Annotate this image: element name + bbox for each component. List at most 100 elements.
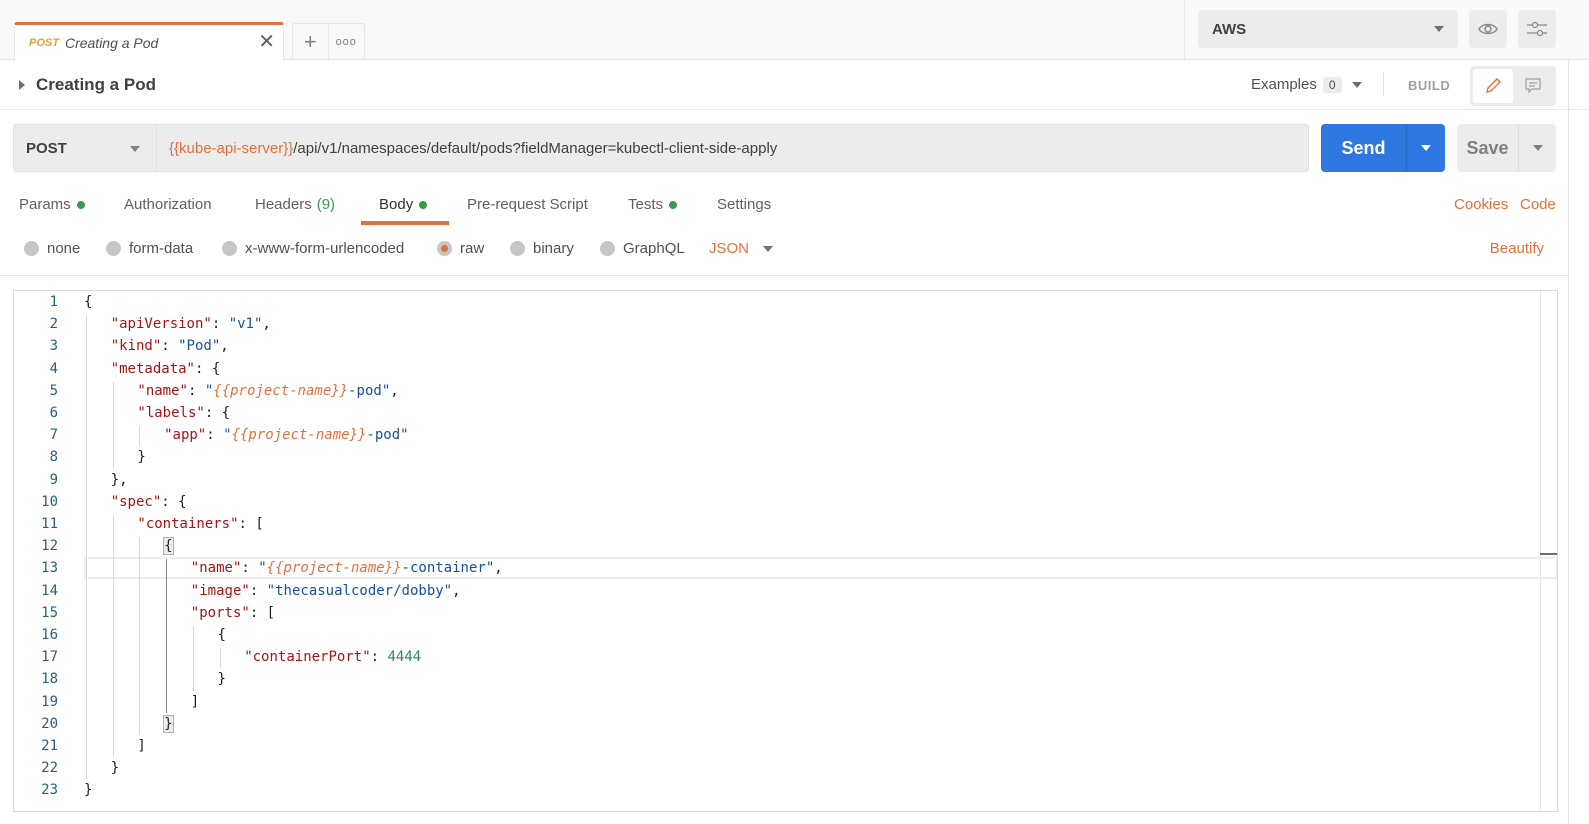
- code-line: 16 {: [14, 624, 1541, 646]
- code-token: "image": [190, 582, 250, 599]
- body-type-none[interactable]: none: [24, 240, 80, 257]
- save-options-button[interactable]: [1519, 124, 1556, 172]
- code-token: "Pod": [178, 338, 221, 355]
- matched-bracket: }: [163, 714, 174, 733]
- code-token: -pod": [366, 427, 409, 444]
- tab-method-badge: POST: [29, 37, 59, 49]
- radio[interactable]: [24, 241, 39, 256]
- tab-title: Creating a Pod: [64, 35, 159, 51]
- code-token: : {: [194, 360, 221, 377]
- editor-scrollbar[interactable]: [1540, 291, 1557, 811]
- radio-label: binary: [533, 240, 574, 257]
- indent-guide: [86, 315, 87, 780]
- examples-dropdown[interactable]: Examples 0: [1251, 76, 1362, 93]
- code-text: {: [84, 291, 92, 313]
- code-token: "labels": [137, 405, 205, 421]
- radio[interactable]: [106, 241, 121, 256]
- body-type-binary[interactable]: binary: [510, 240, 574, 257]
- code-token: {{project-name}}: [213, 382, 349, 399]
- cookies-link[interactable]: Cookies: [1454, 196, 1508, 213]
- body-type-form-data[interactable]: form-data: [106, 240, 193, 257]
- code-line: 21]: [14, 735, 1541, 757]
- code-token: ,: [262, 316, 271, 333]
- radio[interactable]: [510, 241, 525, 256]
- divider: [1383, 72, 1384, 96]
- comments-mode-button[interactable]: [1513, 69, 1553, 103]
- sliders-icon: [1527, 21, 1547, 37]
- code-text: "ports": [: [191, 602, 275, 624]
- body-type-x-www-form-urlencoded[interactable]: x-www-form-urlencoded: [222, 240, 404, 257]
- tab-pre-request-script[interactable]: Pre-request Script: [467, 196, 588, 213]
- beautify-link[interactable]: Beautify: [1490, 240, 1544, 257]
- tab-tests[interactable]: Tests: [628, 196, 678, 213]
- code-text: ]: [191, 691, 199, 713]
- matched-bracket: {: [163, 537, 174, 556]
- request-tab-creating-a-pod[interactable]: POST Creating a Pod ✕: [14, 22, 284, 61]
- code-line: 11 "containers": [: [14, 513, 1541, 535]
- code-token: {{project-name}}: [266, 560, 402, 577]
- code-line: 12 {: [14, 535, 1541, 557]
- divider: [1184, 0, 1185, 60]
- http-method-select[interactable]: POST: [13, 124, 156, 172]
- http-method-value: POST: [26, 139, 67, 157]
- code-token: "metadata": [110, 360, 195, 377]
- tab-params[interactable]: Params: [19, 196, 85, 213]
- code-line: 13 "name": "{{project-name}}-container",: [14, 557, 1541, 579]
- code-token: 4444: [387, 649, 422, 666]
- divider: [0, 275, 1568, 276]
- line-number: 8: [49, 449, 58, 466]
- more-horizontal-icon[interactable]: ooo: [329, 24, 365, 60]
- manage-environments-button[interactable]: [1518, 10, 1556, 48]
- code-token: ,: [220, 338, 229, 355]
- indent-guide: [112, 381, 114, 469]
- code-text: "kind": "Pod",: [111, 335, 229, 357]
- environment-selected: AWS: [1212, 20, 1247, 38]
- indent-guide: [166, 559, 168, 713]
- send-button[interactable]: Send: [1321, 124, 1445, 172]
- line-number: 12: [41, 538, 58, 555]
- code-line: 9},: [14, 469, 1541, 491]
- chevron-right-icon[interactable]: [19, 80, 25, 90]
- code-text: "name": "{{project-name}}-container",: [191, 557, 503, 579]
- tab-headers[interactable]: Headers (9): [255, 196, 335, 213]
- radio[interactable]: [600, 241, 615, 256]
- request-header: Creating a Pod Examples 0 BUILD: [0, 60, 1589, 110]
- indent-guide: [112, 515, 114, 758]
- status-dot: [76, 200, 85, 209]
- line-number: 15: [41, 604, 58, 621]
- environment-quick-look-button[interactable]: [1469, 10, 1507, 48]
- line-number: 3: [49, 338, 58, 355]
- code-token: : {: [204, 405, 231, 421]
- code-token: "spec": [110, 493, 162, 510]
- tab-settings[interactable]: Settings: [717, 196, 771, 213]
- radio[interactable]: [222, 241, 237, 256]
- close-icon[interactable]: ✕: [258, 32, 275, 52]
- code-token: "name": [137, 382, 188, 399]
- chevron-down-icon: [1532, 145, 1543, 151]
- examples-count-badge: 0: [1322, 76, 1342, 93]
- code-token: : [: [238, 516, 264, 532]
- tab-authorization[interactable]: Authorization: [124, 196, 212, 213]
- scroll-position-marker: [1540, 553, 1557, 555]
- code-text: "metadata": {: [111, 358, 221, 380]
- edit-mode-button[interactable]: [1473, 69, 1513, 103]
- code-link[interactable]: Code: [1520, 196, 1556, 213]
- code-token: "v1": [228, 316, 263, 333]
- divider: [1568, 60, 1569, 824]
- code-editor[interactable]: 1{2 "apiVersion": "v1", 3 "kind": "Pod", 4 "m…: [13, 290, 1558, 812]
- line-number: 23: [41, 782, 58, 799]
- body-type-graphql[interactable]: GraphQL: [600, 240, 685, 257]
- send-options-button[interactable]: [1407, 124, 1445, 172]
- plus-icon[interactable]: +: [293, 24, 329, 60]
- tab-label: Tests: [628, 196, 664, 213]
- save-button[interactable]: Save: [1457, 124, 1556, 172]
- code-token: ": [258, 560, 267, 577]
- url-input[interactable]: {{kube-api-server}}/api/v1/namespaces/de…: [156, 124, 1309, 172]
- tab-body[interactable]: Body: [379, 196, 428, 213]
- code-token: :: [187, 382, 205, 399]
- body-type-raw[interactable]: raw: [437, 240, 484, 257]
- body-format-select[interactable]: JSON: [709, 240, 774, 257]
- environment-select[interactable]: AWS: [1198, 10, 1458, 48]
- code-token: {: [217, 627, 226, 643]
- radio-checked[interactable]: [437, 241, 452, 256]
